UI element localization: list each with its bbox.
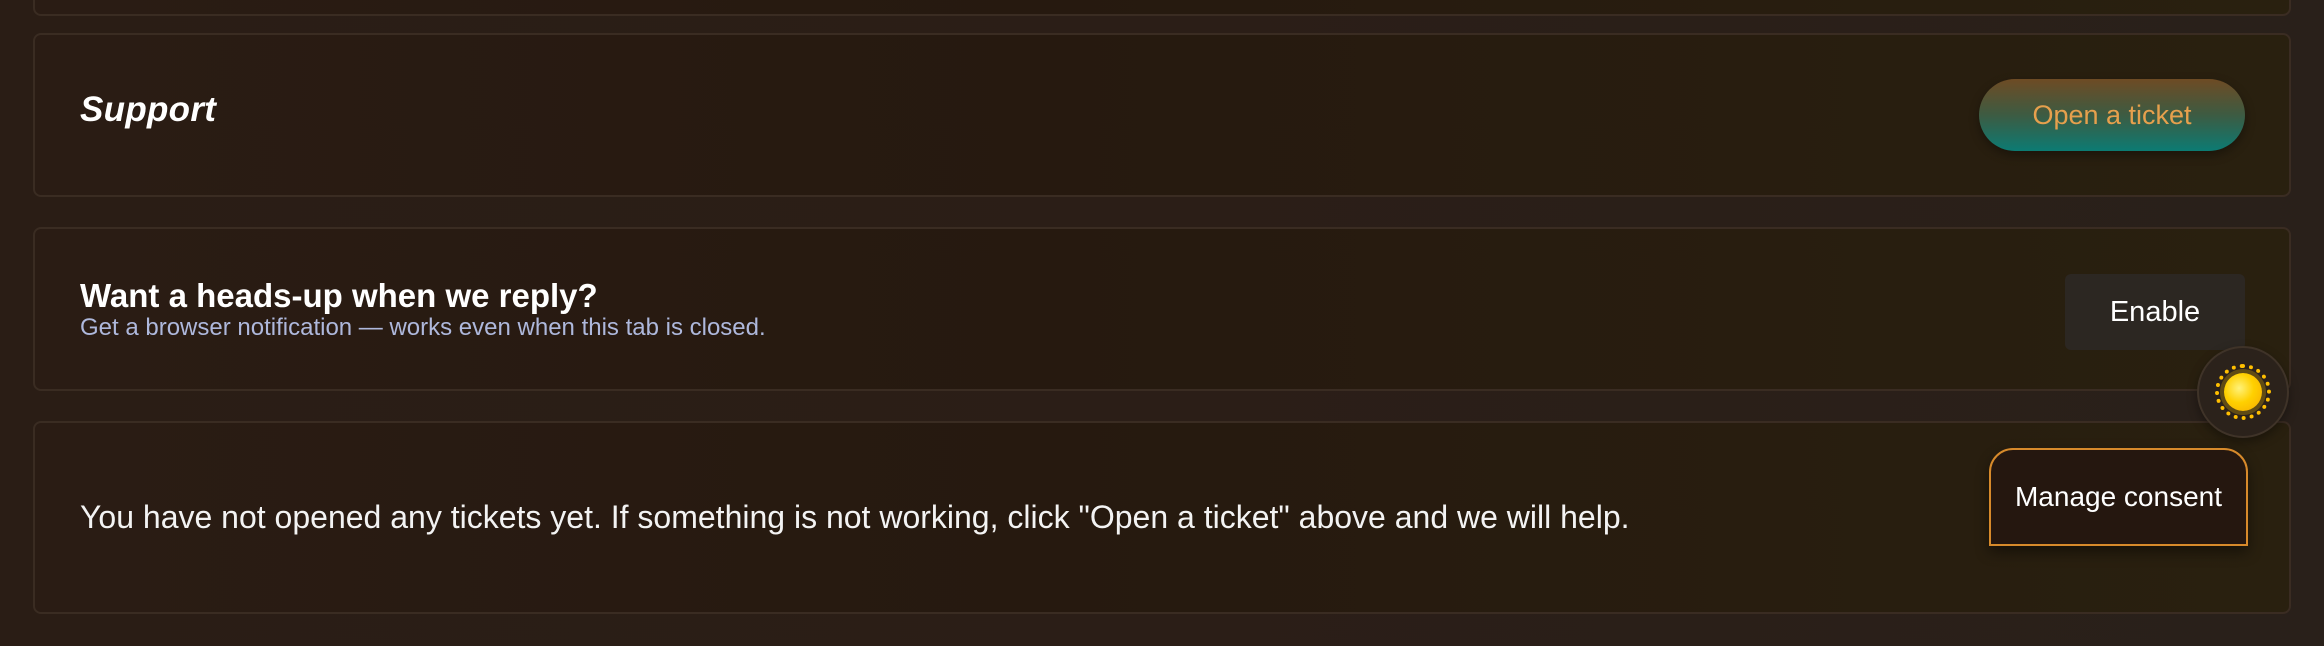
open-ticket-button[interactable]: Open a ticket — [1979, 79, 2245, 151]
notification-title: Want a heads-up when we reply? — [80, 277, 598, 314]
notification-subtitle: Get a browser notification — works even … — [80, 314, 766, 341]
notification-card: Want a heads-up when we reply? Get a bro… — [33, 227, 2291, 391]
empty-tickets-message: You have not opened any tickets yet. If … — [80, 499, 1630, 535]
enable-notifications-button[interactable]: Enable — [2065, 274, 2245, 350]
sun-icon — [2215, 364, 2271, 420]
theme-toggle-button[interactable] — [2197, 346, 2289, 438]
tickets-card: You have not opened any tickets yet. If … — [33, 421, 2291, 614]
support-card: Support Open a ticket — [33, 33, 2291, 197]
previous-card — [33, 0, 2291, 16]
support-title: Support — [80, 90, 217, 129]
manage-consent-button[interactable]: Manage consent — [1989, 448, 2248, 546]
